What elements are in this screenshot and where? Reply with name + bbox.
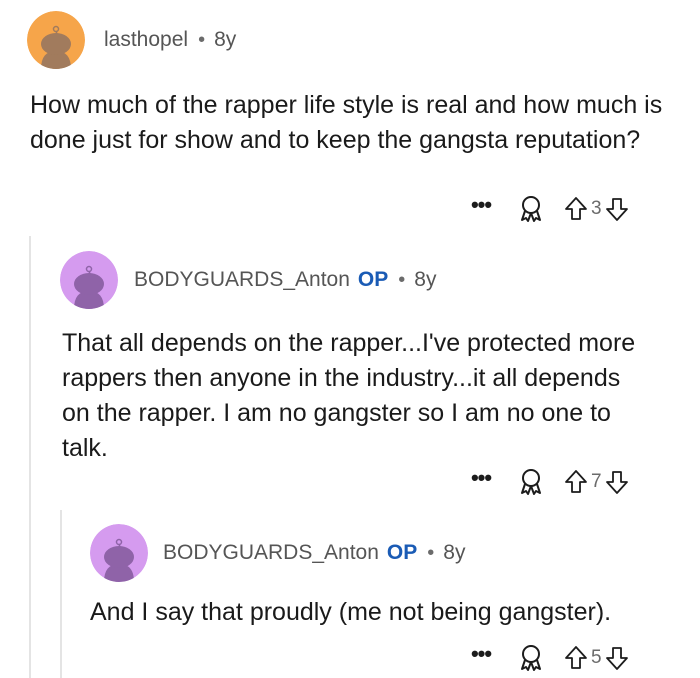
separator-dot: • (427, 541, 435, 564)
avatar[interactable] (27, 11, 85, 69)
comment-actions: ••• 3 (466, 194, 629, 224)
downvote-icon[interactable] (605, 469, 629, 495)
comment-actions: ••• 7 (466, 467, 629, 497)
op-badge: OP (357, 268, 389, 291)
award-icon[interactable] (518, 468, 544, 496)
avatar[interactable] (60, 251, 118, 309)
separator-dot: • (398, 268, 406, 291)
avatar[interactable] (90, 524, 148, 582)
upvote-icon[interactable] (564, 196, 588, 222)
snoo-avatar-icon (27, 11, 85, 69)
comment-age: 8y (414, 268, 437, 291)
vote-count: 3 (591, 198, 602, 219)
award-icon[interactable] (518, 195, 544, 223)
vote-count: 5 (591, 647, 602, 668)
snoo-avatar-icon (90, 524, 148, 582)
more-options-button[interactable]: ••• (466, 194, 496, 223)
more-options-button[interactable]: ••• (466, 643, 496, 672)
separator-dot: • (198, 28, 206, 51)
comment-body: How much of the rapper life style is rea… (30, 91, 663, 154)
comment-age: 8y (214, 28, 237, 51)
op-badge: OP (386, 541, 418, 564)
thread-line-level-1[interactable] (29, 236, 31, 678)
snoo-avatar-icon (60, 251, 118, 309)
upvote-icon[interactable] (564, 645, 588, 671)
award-icon[interactable] (518, 644, 544, 672)
thread-line-level-2[interactable] (60, 510, 62, 678)
comment-age: 8y (443, 541, 466, 564)
comment-header: BODYGUARDS_Anton OP • 8y (134, 268, 436, 292)
downvote-icon[interactable] (605, 196, 629, 222)
vote-count: 7 (591, 471, 602, 492)
comment-body: That all depends on the rapper...I've pr… (62, 329, 636, 462)
comment-body: And I say that proudly (me not being gan… (90, 598, 612, 626)
username[interactable]: BODYGUARDS_Anton (134, 268, 350, 292)
downvote-icon[interactable] (605, 645, 629, 671)
comment-actions: ••• 5 (466, 643, 629, 673)
username[interactable]: BODYGUARDS_Anton (163, 541, 379, 565)
comment-header: BODYGUARDS_Anton OP • 8y (163, 541, 465, 565)
more-options-button[interactable]: ••• (466, 467, 496, 496)
upvote-icon[interactable] (564, 469, 588, 495)
comment-header: lasthopel • 8y (104, 28, 236, 52)
username[interactable]: lasthopel (104, 28, 188, 52)
